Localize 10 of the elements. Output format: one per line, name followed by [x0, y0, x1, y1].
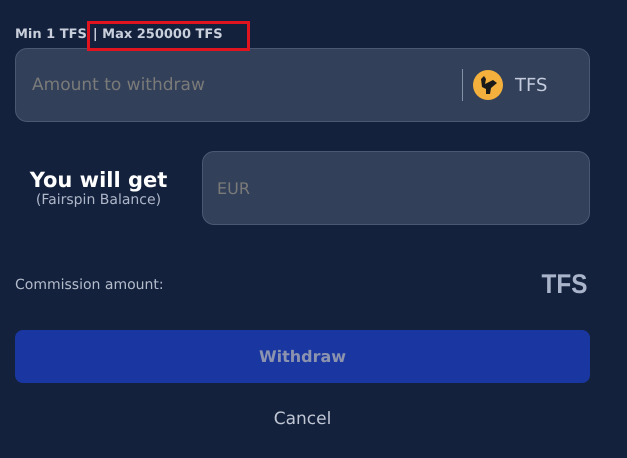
currency-label: TFS — [515, 74, 548, 96]
highlighted-limit-text: | Max 250000 TFS — [90, 24, 247, 48]
amount-input-field[interactable]: Amount to withdraw — [30, 74, 462, 96]
commission-label: Commission amount: — [15, 276, 164, 292]
limit-text: Min 1 TFS — [15, 26, 87, 44]
receive-label: You will get — [30, 168, 168, 192]
receive-sublabel: (Fairspin Balance) — [36, 192, 162, 208]
commission-value: TFS — [542, 269, 588, 300]
receive-input-field[interactable]: EUR — [202, 151, 590, 225]
cancel-link[interactable]: Cancel — [274, 409, 332, 429]
